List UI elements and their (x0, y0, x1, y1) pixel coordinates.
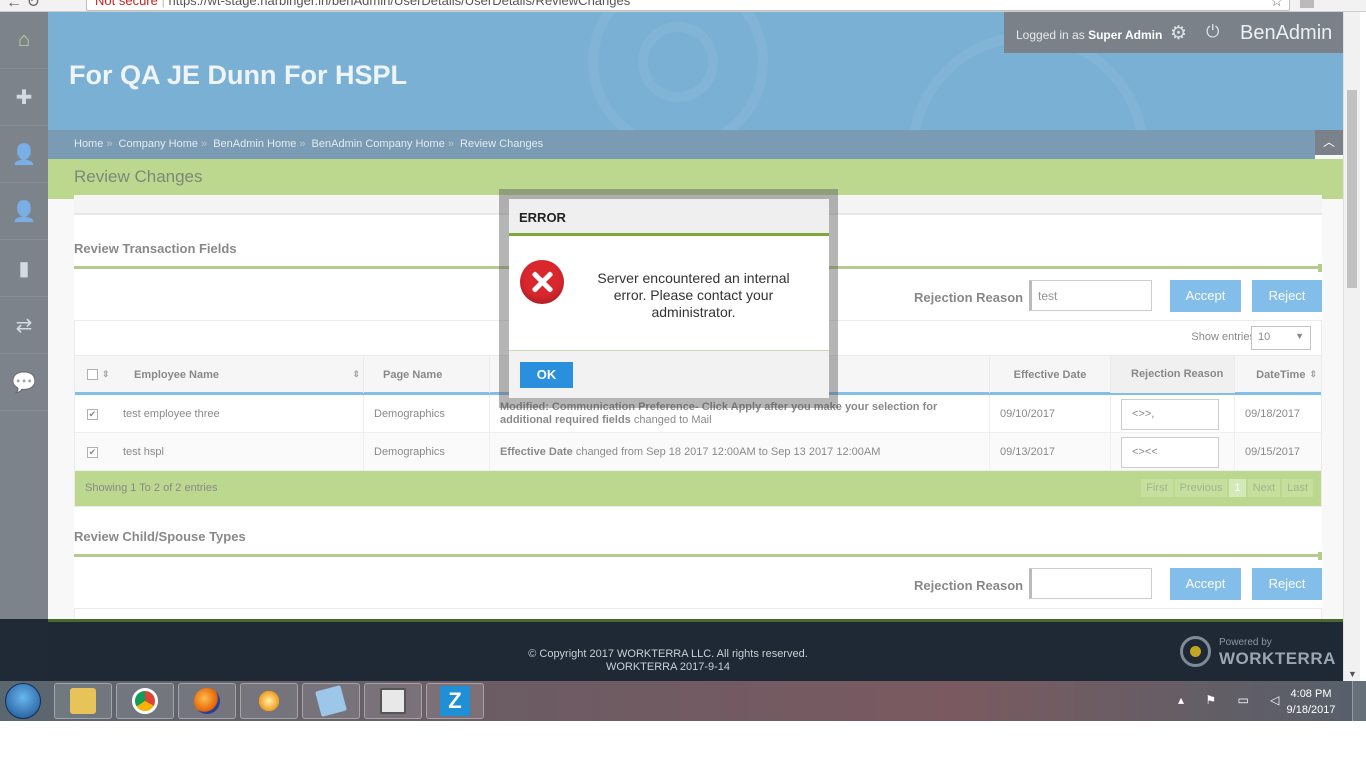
copyright: © Copyright 2017 WORKTERRA LLC. All righ… (528, 648, 808, 673)
address-bar[interactable]: Not secure | https://wt-stage.harbinger.… (86, 0, 1290, 11)
scroll-down-icon[interactable]: ▼ (1348, 669, 1357, 679)
clipboard-icon[interactable] (364, 683, 422, 719)
reload-icon[interactable]: ← ↻ (6, 0, 40, 11)
windows-logo-icon (5, 683, 41, 719)
firefox-icon[interactable] (178, 683, 236, 719)
file-explorer-icon[interactable] (54, 683, 112, 719)
start-button[interactable] (2, 681, 44, 721)
powered-by-brand: WORKTERRA (1219, 649, 1336, 668)
error-icon (520, 260, 564, 304)
notepad-icon[interactable] (302, 683, 360, 719)
browser-toolbar: ← ↻ Not secure | https://wt-stage.harbin… (0, 0, 1366, 12)
clock-date: 9/18/2017 (1286, 704, 1336, 716)
ok-button[interactable]: OK (520, 362, 573, 388)
error-dialog: ERROR Server encountered an internal err… (509, 199, 829, 398)
clock[interactable]: 4:08 PM 9/18/2017 (1278, 686, 1344, 718)
powered-by-label: Powered by (1219, 637, 1272, 648)
clock-time: 4:08 PM (1290, 688, 1332, 700)
zoom-icon[interactable]: Z (426, 683, 484, 719)
url-text: https://wt-stage.harbinger.in/benAdmin/U… (168, 0, 631, 8)
site-footer: © Copyright 2017 WORKTERRA LLC. All righ… (48, 619, 1343, 681)
screen: ← ↻ Not secure | https://wt-stage.harbin… (0, 0, 1366, 768)
page-scrollbar[interactable]: ▼ (1343, 12, 1360, 681)
scrollbar-thumb[interactable] (1347, 90, 1357, 288)
show-desktop-button[interactable] (1352, 681, 1366, 721)
dialog-title: ERROR (519, 210, 566, 225)
dialog-footer: OK (509, 350, 829, 398)
not-secure-label: Not secure (95, 0, 158, 8)
chrome-icon[interactable] (116, 683, 174, 719)
extension-icon[interactable] (1300, 0, 1314, 8)
dialog-message: Server encountered an internal error. Pl… (597, 270, 790, 320)
system-tray[interactable]: ▴ ⚑ ▭ ◁ (1178, 693, 1288, 707)
burner-icon[interactable] (240, 683, 298, 719)
workterra-logo-icon (1180, 636, 1211, 667)
dialog-header: ERROR (509, 199, 829, 236)
bookmark-star-icon[interactable]: ☆ (1270, 0, 1283, 10)
taskbar: Z ▴ ⚑ ▭ ◁ 4:08 PM 9/18/2017 (0, 681, 1366, 721)
